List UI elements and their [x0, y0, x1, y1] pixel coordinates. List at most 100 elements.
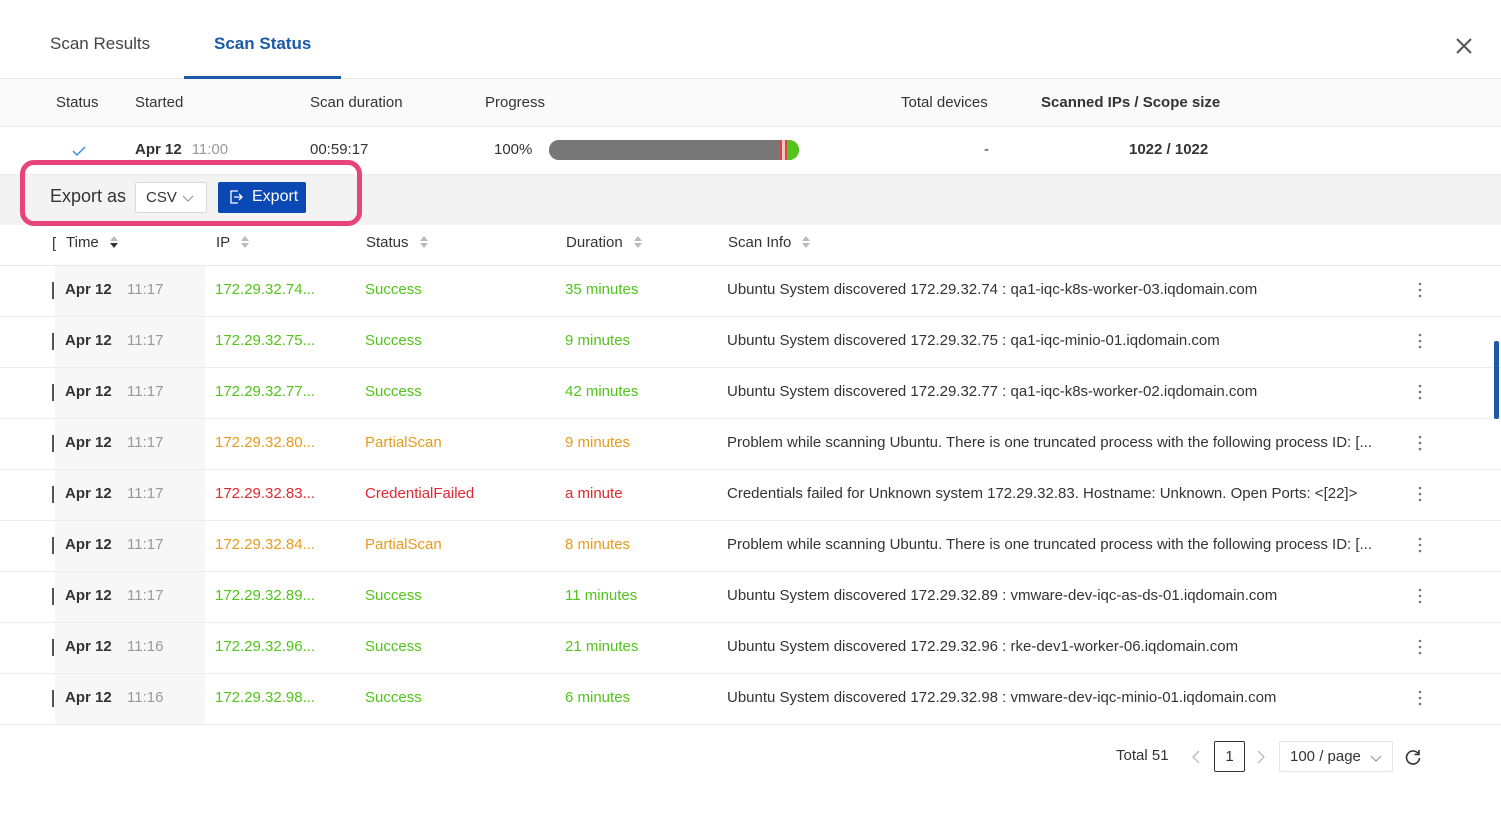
col-duration-label: Duration [566, 234, 623, 251]
row-ip[interactable]: 172.29.32.98... [215, 689, 315, 706]
chevron-right-icon[interactable] [1253, 748, 1269, 766]
tab-scan-status[interactable]: Scan Status [214, 34, 311, 54]
table-row[interactable]: Apr 12 11:17 172.29.32.84... PartialScan 8 m… [0, 521, 1501, 572]
chevron-down-icon [182, 195, 194, 202]
tab-scan-results[interactable]: Scan Results [50, 34, 150, 54]
row-marker [52, 486, 54, 503]
row-marker [52, 639, 54, 656]
row-scan-info: Ubuntu System discovered 172.29.32.89 : … [727, 587, 1278, 604]
col-time-label: Time [66, 234, 99, 251]
more-options-icon[interactable] [1412, 586, 1428, 606]
more-options-icon[interactable] [1412, 331, 1428, 351]
page-size-value: 100 / page [1290, 748, 1361, 765]
export-format-select[interactable]: CSV [135, 182, 207, 213]
row-duration: 21 minutes [565, 638, 639, 655]
table-row[interactable]: Apr 12 11:17 172.29.32.75... Success 9 minut… [0, 317, 1501, 368]
row-time: 11:17 [127, 332, 164, 349]
more-options-icon[interactable] [1412, 280, 1428, 300]
table-row[interactable]: Apr 12 11:16 172.29.32.96... Success 21 minu… [0, 623, 1501, 674]
sort-icon [419, 236, 428, 248]
row-status: PartialScan [365, 536, 442, 553]
pagination-page-current[interactable]: 1 [1214, 741, 1245, 772]
scanned-value: 1022 / 1022 [1129, 141, 1209, 158]
sort-icon [802, 236, 811, 248]
row-date: Apr 12 [65, 638, 112, 655]
table-row[interactable]: Apr 12 11:17 172.29.32.89... Success 11 minu… [0, 572, 1501, 623]
scrollbar-thumb[interactable] [1494, 341, 1499, 419]
row-marker [52, 588, 54, 605]
row-date: Apr 12 [65, 485, 112, 502]
row-scan-info: Credentials failed for Unknown system 17… [727, 485, 1358, 502]
started-value: Apr 12 11:00 [135, 141, 228, 158]
more-options-icon[interactable] [1412, 382, 1428, 402]
row-time: 11:17 [127, 536, 164, 553]
export-button[interactable]: Export [218, 182, 306, 213]
row-scan-info: Ubuntu System discovered 172.29.32.74 : … [727, 281, 1258, 298]
check-icon [72, 146, 86, 157]
col-duration[interactable]: Duration [566, 234, 643, 251]
total-devices-value: - [984, 141, 989, 158]
table-row[interactable]: Apr 12 11:17 172.29.32.80... PartialScan 9 m… [0, 419, 1501, 470]
row-time: 11:17 [127, 434, 164, 451]
table-row[interactable]: Apr 12 11:17 172.29.32.77... Success 42 minu… [0, 368, 1501, 419]
row-ip[interactable]: 172.29.32.77... [215, 383, 315, 400]
row-time: 11:17 [127, 587, 164, 604]
col-ip-label: IP [216, 234, 231, 251]
col-scan-info-label: Scan Info [728, 234, 792, 251]
row-status: Success [365, 638, 422, 655]
col-scan-info[interactable]: Scan Info [728, 234, 811, 251]
row-status: Success [365, 281, 422, 298]
row-date: Apr 12 [65, 587, 112, 604]
row-time: 11:17 [127, 281, 164, 298]
tab-bar: Scan Results Scan Status [0, 0, 1501, 79]
summary-header: Status Started Scan duration Progress To… [0, 79, 1501, 127]
row-ip[interactable]: 172.29.32.83... [215, 485, 315, 502]
row-status: CredentialFailed [365, 485, 475, 502]
row-ip[interactable]: 172.29.32.89... [215, 587, 315, 604]
row-duration: 11 minutes [565, 587, 638, 604]
summary-col-started: Started [135, 94, 184, 111]
row-date: Apr 12 [65, 536, 112, 553]
col-time[interactable]: Time [66, 234, 119, 251]
more-options-icon[interactable] [1412, 535, 1428, 555]
refresh-icon[interactable] [1404, 748, 1422, 766]
row-scan-info: Problem while scanning Ubuntu. There is … [727, 536, 1373, 553]
close-icon[interactable] [1452, 34, 1476, 58]
progress-bar [549, 140, 799, 160]
row-marker [52, 384, 54, 401]
col-status[interactable]: Status [366, 234, 429, 251]
row-ip[interactable]: 172.29.32.80... [215, 434, 315, 451]
more-options-icon[interactable] [1412, 688, 1428, 708]
row-duration: 9 minutes [565, 332, 631, 349]
table-row[interactable]: Apr 12 11:16 172.29.32.98... Success 6 minut… [0, 674, 1501, 725]
more-options-icon[interactable] [1412, 484, 1428, 504]
summary-col-total-devices: Total devices [901, 94, 988, 111]
row-ip[interactable]: 172.29.32.96... [215, 638, 315, 655]
row-ip[interactable]: 172.29.32.84... [215, 536, 315, 553]
chevron-left-icon[interactable] [1188, 748, 1204, 766]
row-scan-info: Problem while scanning Ubuntu. There is … [727, 434, 1373, 451]
column-resize-handle: [ [52, 235, 57, 252]
summary-col-status: Status [56, 94, 99, 111]
row-time: 11:17 [127, 383, 164, 400]
more-options-icon[interactable] [1412, 433, 1428, 453]
row-duration: 8 minutes [565, 536, 631, 553]
row-ip[interactable]: 172.29.32.74... [215, 281, 315, 298]
more-options-icon[interactable] [1412, 637, 1428, 657]
row-date: Apr 12 [65, 332, 112, 349]
row-scan-info: Ubuntu System discovered 172.29.32.96 : … [727, 638, 1239, 655]
pagination-total: Total 51 [1116, 747, 1169, 764]
export-label: Export as [50, 186, 127, 206]
row-date: Apr 12 [65, 689, 112, 706]
started-date: Apr 12 [135, 141, 182, 158]
row-ip[interactable]: 172.29.32.75... [215, 332, 315, 349]
row-time: 11:17 [127, 485, 164, 502]
export-format-value: CSV [146, 189, 177, 206]
col-ip[interactable]: IP [216, 234, 250, 251]
table-row[interactable]: Apr 12 11:17 172.29.32.83... CredentialFail… [0, 470, 1501, 521]
row-marker [52, 690, 54, 707]
table-row[interactable]: Apr 12 11:17 172.29.32.74... Success 35 minu… [0, 266, 1501, 317]
row-status: Success [365, 689, 422, 706]
row-scan-info: Ubuntu System discovered 172.29.32.77 : … [727, 383, 1258, 400]
page-size-select[interactable]: 100 / page [1279, 741, 1393, 772]
